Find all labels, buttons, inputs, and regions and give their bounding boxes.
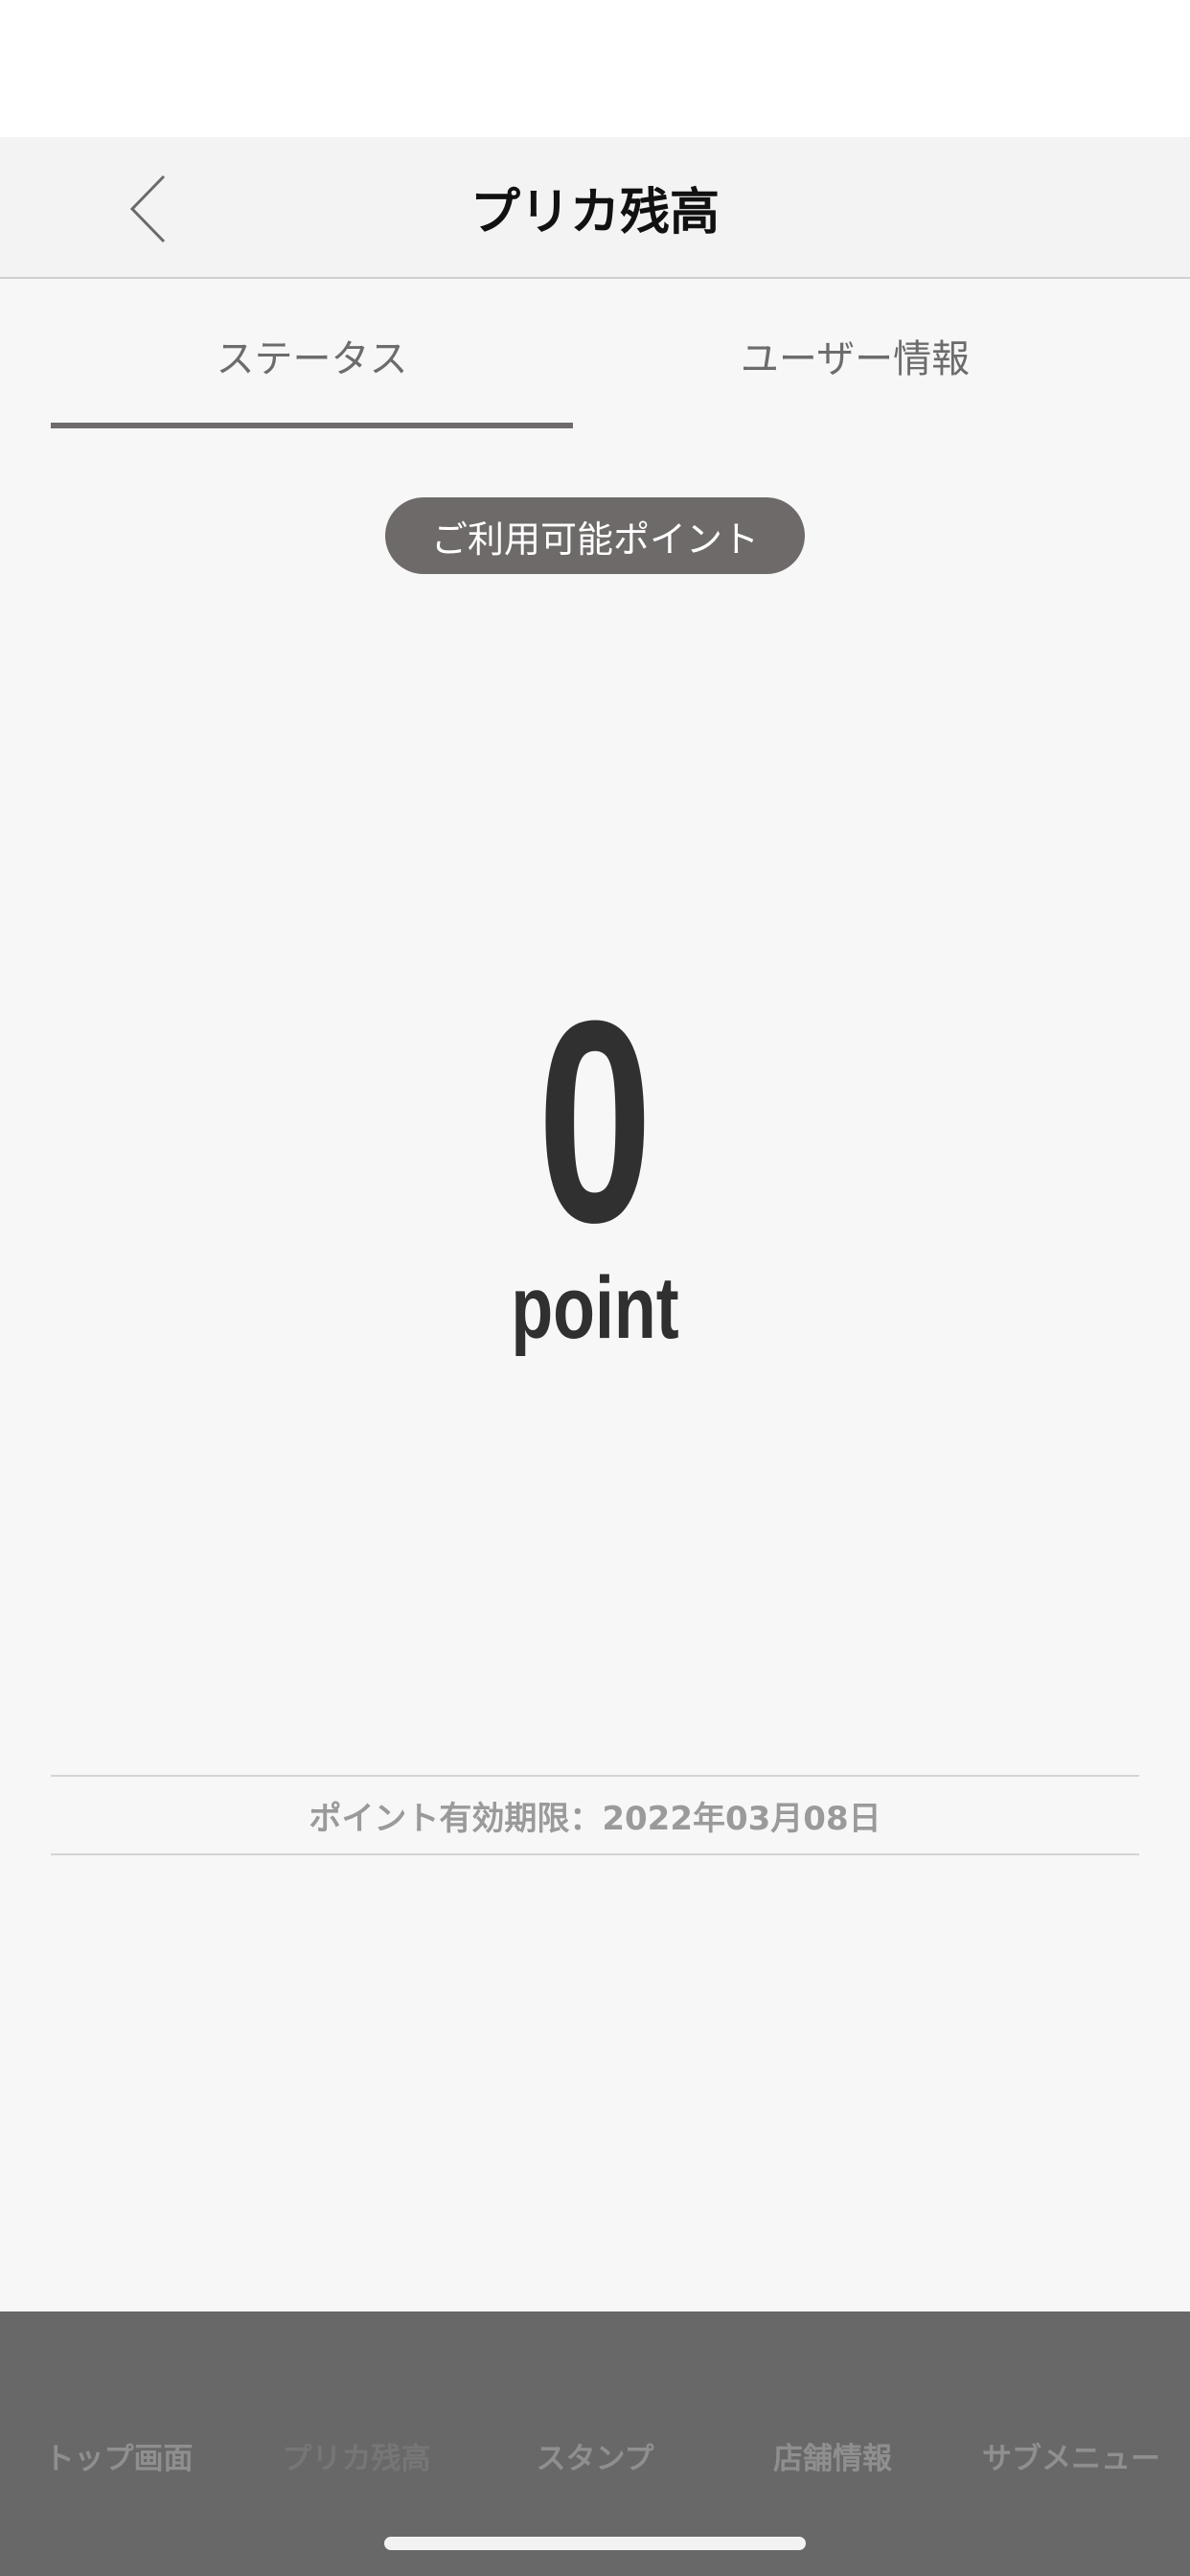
tab-status[interactable]: ステータス [51, 279, 573, 432]
segment-tabs: ステータス ユーザー情報 [0, 279, 1190, 432]
bottom-tab-top[interactable]: トップ画面 [0, 2417, 238, 2494]
bottom-tab-store-info[interactable]: 店舗情報 [714, 2417, 951, 2494]
page-title: プリカ残高 [469, 183, 720, 242]
bottom-tab-prepaid-balance[interactable]: プリカ残高 [238, 2417, 475, 2494]
home-indicator [384, 2537, 806, 2550]
bottom-tab-bar: トップ画面 プリカ残高 スタンプ 店舗情報 サブメニュー [0, 2312, 1190, 2576]
tab-user-info[interactable]: ユーザー情報 [594, 279, 1116, 432]
points-value: 0 [537, 960, 653, 1282]
tab-selected-indicator [51, 423, 573, 428]
bottom-tab-stamp[interactable]: スタンプ [476, 2417, 714, 2494]
points-expiry: ポイント有効期限：2022年03月08日 [51, 1775, 1139, 1855]
points-unit: point [511, 1259, 679, 1357]
available-points-badge: ご利用可能ポイント [385, 497, 805, 574]
status-bar [0, 0, 1190, 137]
bottom-tab-submenu[interactable]: サブメニュー [952, 2417, 1190, 2494]
navigation-bar: プリカ残高 [0, 137, 1190, 279]
